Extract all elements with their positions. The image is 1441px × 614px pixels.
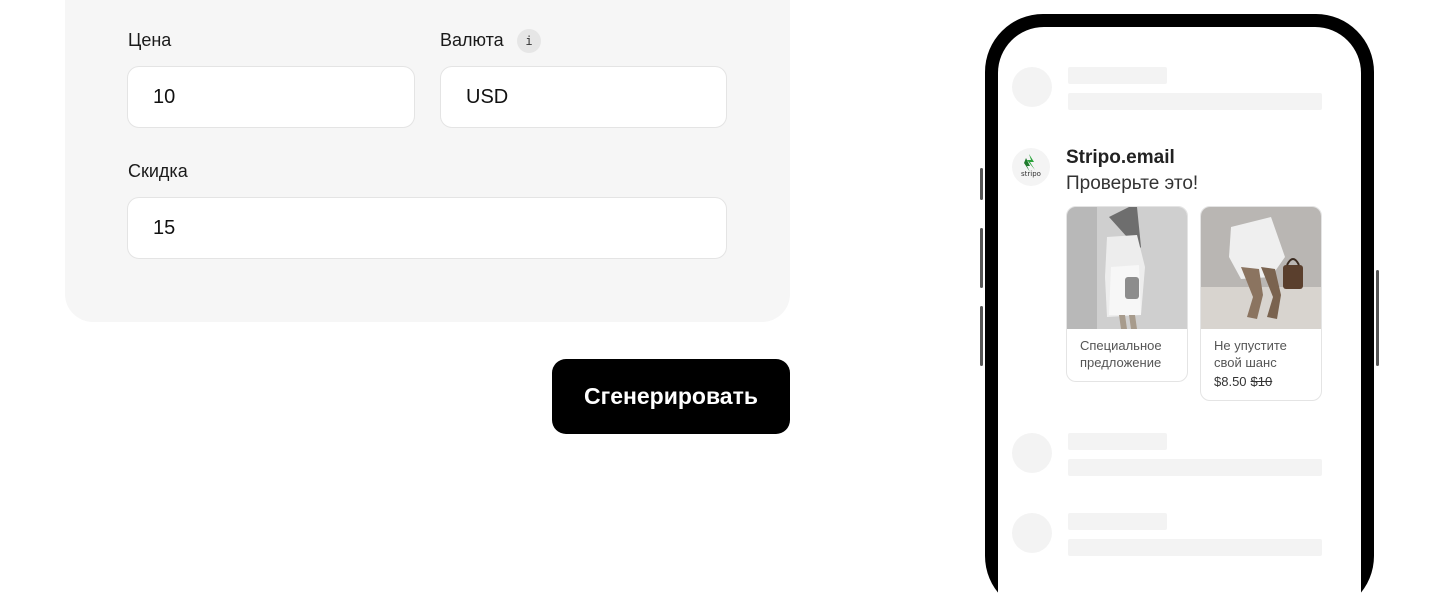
phone-screen: stripo Stripo.email Проверьте это! Специ… xyxy=(998,27,1361,614)
product-card[interactable]: Не упустите свой шанс $8.50 $10 xyxy=(1200,206,1322,401)
product-image xyxy=(1201,207,1321,329)
currency-label: Валюта xyxy=(440,30,504,50)
info-icon[interactable]: i xyxy=(517,29,541,53)
svg-text:stripo: stripo xyxy=(1021,170,1041,178)
product-info: Не упустите свой шанс $8.50 $10 xyxy=(1201,329,1321,400)
price-old: $10 xyxy=(1250,374,1273,389)
product-image xyxy=(1067,207,1187,329)
phone-frame: stripo Stripo.email Проверьте это! Специ… xyxy=(985,14,1374,614)
notification-message: Проверьте это! xyxy=(1066,173,1199,194)
product-title: Не упустите свой шанс xyxy=(1214,338,1287,370)
product-card[interactable]: Специальное предложение xyxy=(1066,206,1188,382)
discount-label: Скидка xyxy=(128,161,188,181)
price-current: $8.50 xyxy=(1214,374,1247,389)
generate-button[interactable]: Сгенерировать xyxy=(552,359,790,434)
skeleton-avatar xyxy=(1012,513,1052,553)
sender-name: Stripo.email xyxy=(1066,147,1175,168)
phone-side-button xyxy=(1376,270,1379,366)
sender-avatar: stripo xyxy=(1012,148,1050,186)
product-price: $8.50 $10 xyxy=(1214,373,1308,390)
skeleton-line xyxy=(1068,433,1167,450)
product-title: Специальное предложение xyxy=(1080,338,1162,370)
phone-side-button xyxy=(980,306,983,366)
skeleton-line xyxy=(1068,67,1167,84)
skeleton-line xyxy=(1068,93,1322,110)
stripo-logo-icon: stripo xyxy=(1021,154,1041,178)
skeleton-avatar xyxy=(1012,67,1052,107)
phone-side-button xyxy=(980,168,983,200)
phone-side-button xyxy=(980,228,983,288)
discount-input[interactable]: 15 xyxy=(127,197,727,259)
skeleton-line xyxy=(1068,459,1322,476)
skeleton-avatar xyxy=(1012,433,1052,473)
skeleton-line xyxy=(1068,513,1167,530)
currency-select[interactable]: USD xyxy=(440,66,727,128)
price-input[interactable]: 10 xyxy=(127,66,415,128)
skeleton-line xyxy=(1068,539,1322,556)
price-label: Цена xyxy=(128,30,172,50)
